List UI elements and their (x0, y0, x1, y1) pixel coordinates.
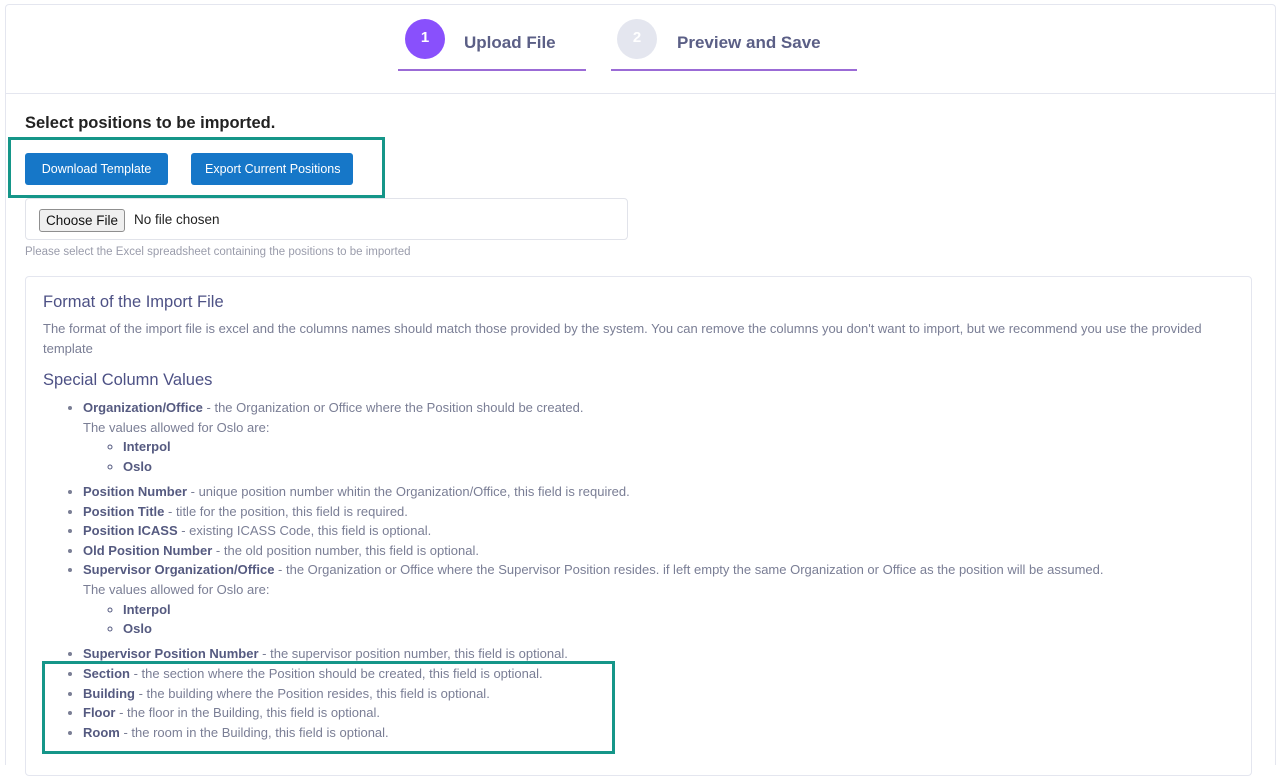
column-name: Section (83, 665, 130, 681)
column-description: - unique position number whitin the Orga… (187, 484, 630, 499)
column-description: - the building where the Position reside… (135, 685, 490, 701)
list-item: Floor - the floor in the Building, this … (83, 703, 1253, 723)
export-current-positions-button[interactable]: Export Current Positions (191, 153, 353, 185)
step-title: Upload File (464, 33, 556, 52)
allowed-values-label: The values allowed for Oslo are: (83, 581, 270, 597)
column-description: - the section where the Position should … (129, 665, 543, 681)
allowed-values-list: Interpol Oslo (83, 437, 1253, 476)
column-name: Position Number (83, 484, 188, 499)
list-item: Organization/Office - the Organization o… (83, 398, 1253, 476)
column-description: - the floor in the Building, this field … (115, 705, 380, 721)
column-description: - the old position number, this field is… (212, 542, 479, 558)
wizard-frame: 1 Upload File 2 Preview and Save Select … (5, 4, 1276, 776)
format-heading: Format of the Import File (43, 293, 224, 311)
choose-file-button[interactable]: Choose File (39, 209, 126, 232)
file-help-text: Please select the Excel spreadsheet cont… (25, 246, 411, 258)
column-description: - the Organization or Office where the P… (202, 400, 584, 415)
step-upload-file[interactable]: 1 Upload File (398, 5, 586, 71)
column-name: Organization/Office (83, 400, 203, 415)
import-format-card: Format of the Import File The format of … (25, 276, 1252, 776)
allowed-value: Oslo (123, 457, 1253, 476)
allowed-values-list: Interpol Oslo (83, 600, 1253, 639)
list-item: Building - the building where the Positi… (83, 684, 1253, 704)
column-description: - title for the position, this field is … (164, 503, 408, 519)
step-underline (398, 69, 586, 71)
download-template-button[interactable]: Download Template (25, 153, 168, 185)
format-description: The format of the import file is excel a… (43, 321, 1202, 356)
list-item: Section - the section where the Position… (83, 664, 1253, 684)
wizard-header: 1 Upload File 2 Preview and Save (6, 5, 1275, 94)
step-number-badge: 1 (405, 19, 445, 59)
step-underline (611, 69, 857, 71)
column-name: Position Title (83, 503, 165, 519)
special-columns-heading: Special Column Values (43, 371, 213, 389)
step-title: Preview and Save (677, 33, 821, 52)
special-columns-list: Organization/Office - the Organization o… (43, 398, 1253, 742)
allowed-value: Interpol (123, 437, 1253, 456)
step-preview-and-save[interactable]: 2 Preview and Save (611, 5, 857, 71)
column-name: Supervisor Organization/Office (83, 562, 275, 578)
list-item: Position Number - unique position number… (83, 482, 1253, 502)
column-description: - the room in the Building, this field i… (119, 724, 389, 740)
column-name: Room (83, 724, 120, 740)
column-name: Building (83, 685, 135, 701)
list-item: Room - the room in the Building, this fi… (83, 723, 1253, 743)
column-name: Supervisor Position Number (83, 646, 259, 662)
column-name: Floor (83, 705, 116, 721)
column-description: - the Organization or Office where the S… (274, 562, 1104, 578)
list-item: Old Position Number - the old position n… (83, 541, 1253, 561)
column-name: Old Position Number (83, 542, 213, 558)
list-item: Position Title - title for the position,… (83, 502, 1253, 522)
page-title: Select positions to be imported. (25, 114, 276, 132)
list-item: Supervisor Position Number - the supervi… (83, 644, 1253, 664)
allowed-value: Interpol (123, 600, 1253, 619)
list-item: Supervisor Organization/Office - the Org… (83, 560, 1253, 638)
list-item: Position ICASS - existing ICASS Code, th… (83, 521, 1253, 541)
allowed-values-label: The values allowed for Oslo are: (83, 419, 270, 435)
column-description: - the supervisor position number, this f… (258, 646, 568, 662)
allowed-value: Oslo (123, 619, 1253, 638)
step-number-badge: 2 (617, 19, 657, 59)
file-input[interactable]: Choose File No file chosen (25, 198, 628, 240)
column-name: Position ICASS (83, 523, 178, 539)
column-description: - existing ICASS Code, this field is opt… (177, 523, 432, 539)
file-status: No file chosen (134, 212, 220, 227)
